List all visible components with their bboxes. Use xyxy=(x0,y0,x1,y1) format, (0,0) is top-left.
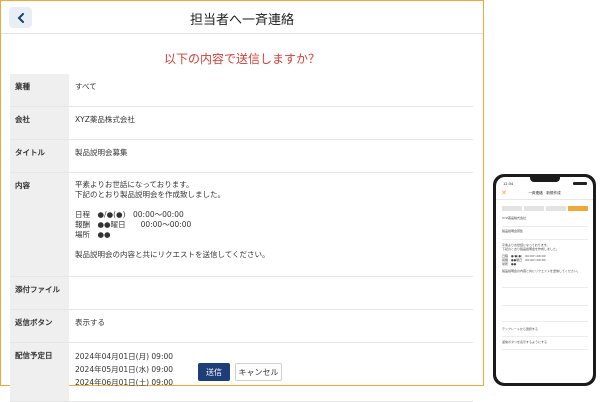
title-value: 製品説明会募集 xyxy=(69,139,473,173)
phone-template-label: テンプレートから選択する xyxy=(502,327,538,331)
phone-attachment-field[interactable] xyxy=(502,295,588,306)
schedule-date: 2024年04月01日(月) 09:00 xyxy=(75,352,174,361)
phone-body-line: 下記のとおり製品説明会を作成しました。 xyxy=(502,247,560,251)
industry-value: すべて xyxy=(69,74,473,107)
row-body: 内容 平素よりお世話になっております。 下記のとおり製品説明会を作成致しました。… xyxy=(10,172,473,277)
phone-step-active xyxy=(568,206,588,211)
body-line: 日程 ●/●(●) 00:00〜00:00 xyxy=(75,210,184,219)
phone-mockup: 12:34 ✕ 一斉連絡 新規作成 XYZ薬品株式会社 製品説明会募集 平素より… xyxy=(493,174,596,386)
header-divider xyxy=(1,33,483,34)
phone-body-line: 場所 ●● xyxy=(502,262,517,266)
phone-step xyxy=(502,206,522,211)
phone-step xyxy=(546,206,566,211)
phone-notch xyxy=(530,177,560,182)
page-title: 担当者へ一斉連絡 xyxy=(189,13,294,28)
phone-reply-option[interactable]: 返信ボタンを表示するようにする xyxy=(502,340,588,350)
row-company: 会社 XYZ薬品株式会社 xyxy=(10,106,473,140)
phone-company-value: XYZ薬品株式会社 xyxy=(502,216,526,220)
body-line: 製品説明会の内容と共にリクエストを送信してください。 xyxy=(75,250,270,259)
body-line: 報酬 ●●曜日 00:00〜00:00 xyxy=(75,220,192,229)
body-line: 平素よりお世話になっております。 xyxy=(75,180,194,189)
detail-table: 業種 すべて 会社 XYZ薬品株式会社 タイトル 製品説明会募集 内容 平素より… xyxy=(10,74,473,402)
body-line: 下記のとおり製品説明会を作成致しました。 xyxy=(75,190,225,199)
confirm-question: 以下の内容で送信しますか？ xyxy=(163,52,320,66)
company-value: XYZ薬品株式会社 xyxy=(69,106,473,140)
row-reply-button: 返信ボタン 表示する xyxy=(10,309,473,343)
reply-button-label: 返信ボタン xyxy=(10,309,69,343)
phone-title-value: 製品説明会募集 xyxy=(502,229,524,233)
body-line: 場所 ●● xyxy=(75,230,111,239)
company-label: 会社 xyxy=(10,106,69,140)
row-industry: 業種 すべて xyxy=(10,74,473,107)
phone-step xyxy=(524,206,544,211)
phone-time: 12:34 xyxy=(503,182,514,186)
phone-header-divider xyxy=(496,199,593,200)
row-attachment: 添付ファイル xyxy=(10,276,473,310)
phone-step-indicator xyxy=(502,206,588,211)
phone-title: 一斉連絡 新規作成 xyxy=(528,191,561,195)
phone-extra-field[interactable] xyxy=(502,311,588,322)
schedule-label: 配信予定日 xyxy=(10,342,69,402)
phone-screen: 12:34 ✕ 一斉連絡 新規作成 XYZ薬品株式会社 製品説明会募集 平素より… xyxy=(496,177,593,383)
attachment-value xyxy=(69,276,473,310)
phone-reply-label: 返信ボタンを表示するようにする xyxy=(502,340,548,344)
phone-body-field: 平素よりお世話になっております。 下記のとおり製品説明会を作成しました。 日程 … xyxy=(502,243,588,288)
phone-company-field: XYZ薬品株式会社 xyxy=(502,216,588,227)
attachment-label: 添付ファイル xyxy=(10,276,69,310)
row-title: タイトル 製品説明会募集 xyxy=(10,139,473,173)
body-value: 平素よりお世話になっております。 下記のとおり製品説明会を作成致しました。 日程… xyxy=(69,172,473,277)
reply-button-value: 表示する xyxy=(69,309,473,343)
phone-title-field: 製品説明会募集 xyxy=(502,229,588,240)
body-label: 内容 xyxy=(10,172,69,277)
desktop-panel: 担当者へ一斉連絡 以下の内容で送信しますか？ 業種 すべて 会社 XYZ薬品株式… xyxy=(0,0,484,402)
title-label: タイトル xyxy=(10,139,69,173)
cancel-button[interactable]: キャンセル xyxy=(235,363,282,381)
phone-body-line: 製品説明会の内容と共にリクエストを送信してください。 xyxy=(502,269,580,273)
phone-status-icons xyxy=(573,182,587,185)
phone-template-option[interactable]: テンプレートから選択する xyxy=(502,327,588,337)
industry-label: 業種 xyxy=(10,74,69,107)
send-button[interactable]: 送信 xyxy=(198,363,230,381)
